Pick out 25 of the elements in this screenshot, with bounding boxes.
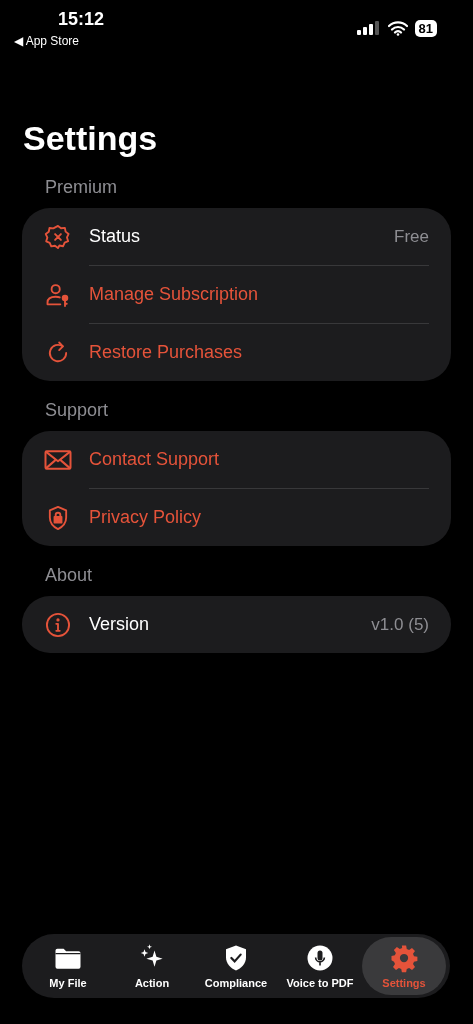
tab[interactable]: Action <box>110 937 194 995</box>
row-value: Free <box>394 226 429 247</box>
battery-level: 81 <box>414 19 437 37</box>
tab[interactable]: Compliance <box>194 937 278 995</box>
settings-icon <box>389 943 419 973</box>
badge-x-icon <box>44 222 72 251</box>
menu-link[interactable]: Restore Purchases <box>89 342 429 363</box>
row-value: v1.0 (5) <box>371 614 429 635</box>
wifi-icon <box>387 20 408 36</box>
row-label: Status <box>89 226 142 247</box>
page-title: Settings <box>23 118 159 158</box>
info-icon <box>44 610 72 639</box>
section-header: Support <box>45 399 110 421</box>
microphone-icon <box>305 943 335 973</box>
status-time: 15:12 <box>58 9 105 30</box>
signal-icon <box>356 21 381 35</box>
tab[interactable]: My File <box>26 937 110 995</box>
section-header: About <box>45 564 94 586</box>
menu-link[interactable]: Manage Subscription <box>89 284 429 305</box>
back-link[interactable]: ◀ App Store <box>14 34 80 48</box>
section-header: Premium <box>45 176 118 198</box>
menu-link[interactable]: Contact Support <box>89 449 429 470</box>
tab[interactable]: Voice to PDF <box>278 937 362 995</box>
row-label: Version <box>89 614 151 635</box>
menu-link[interactable]: Privacy Policy <box>89 507 429 528</box>
